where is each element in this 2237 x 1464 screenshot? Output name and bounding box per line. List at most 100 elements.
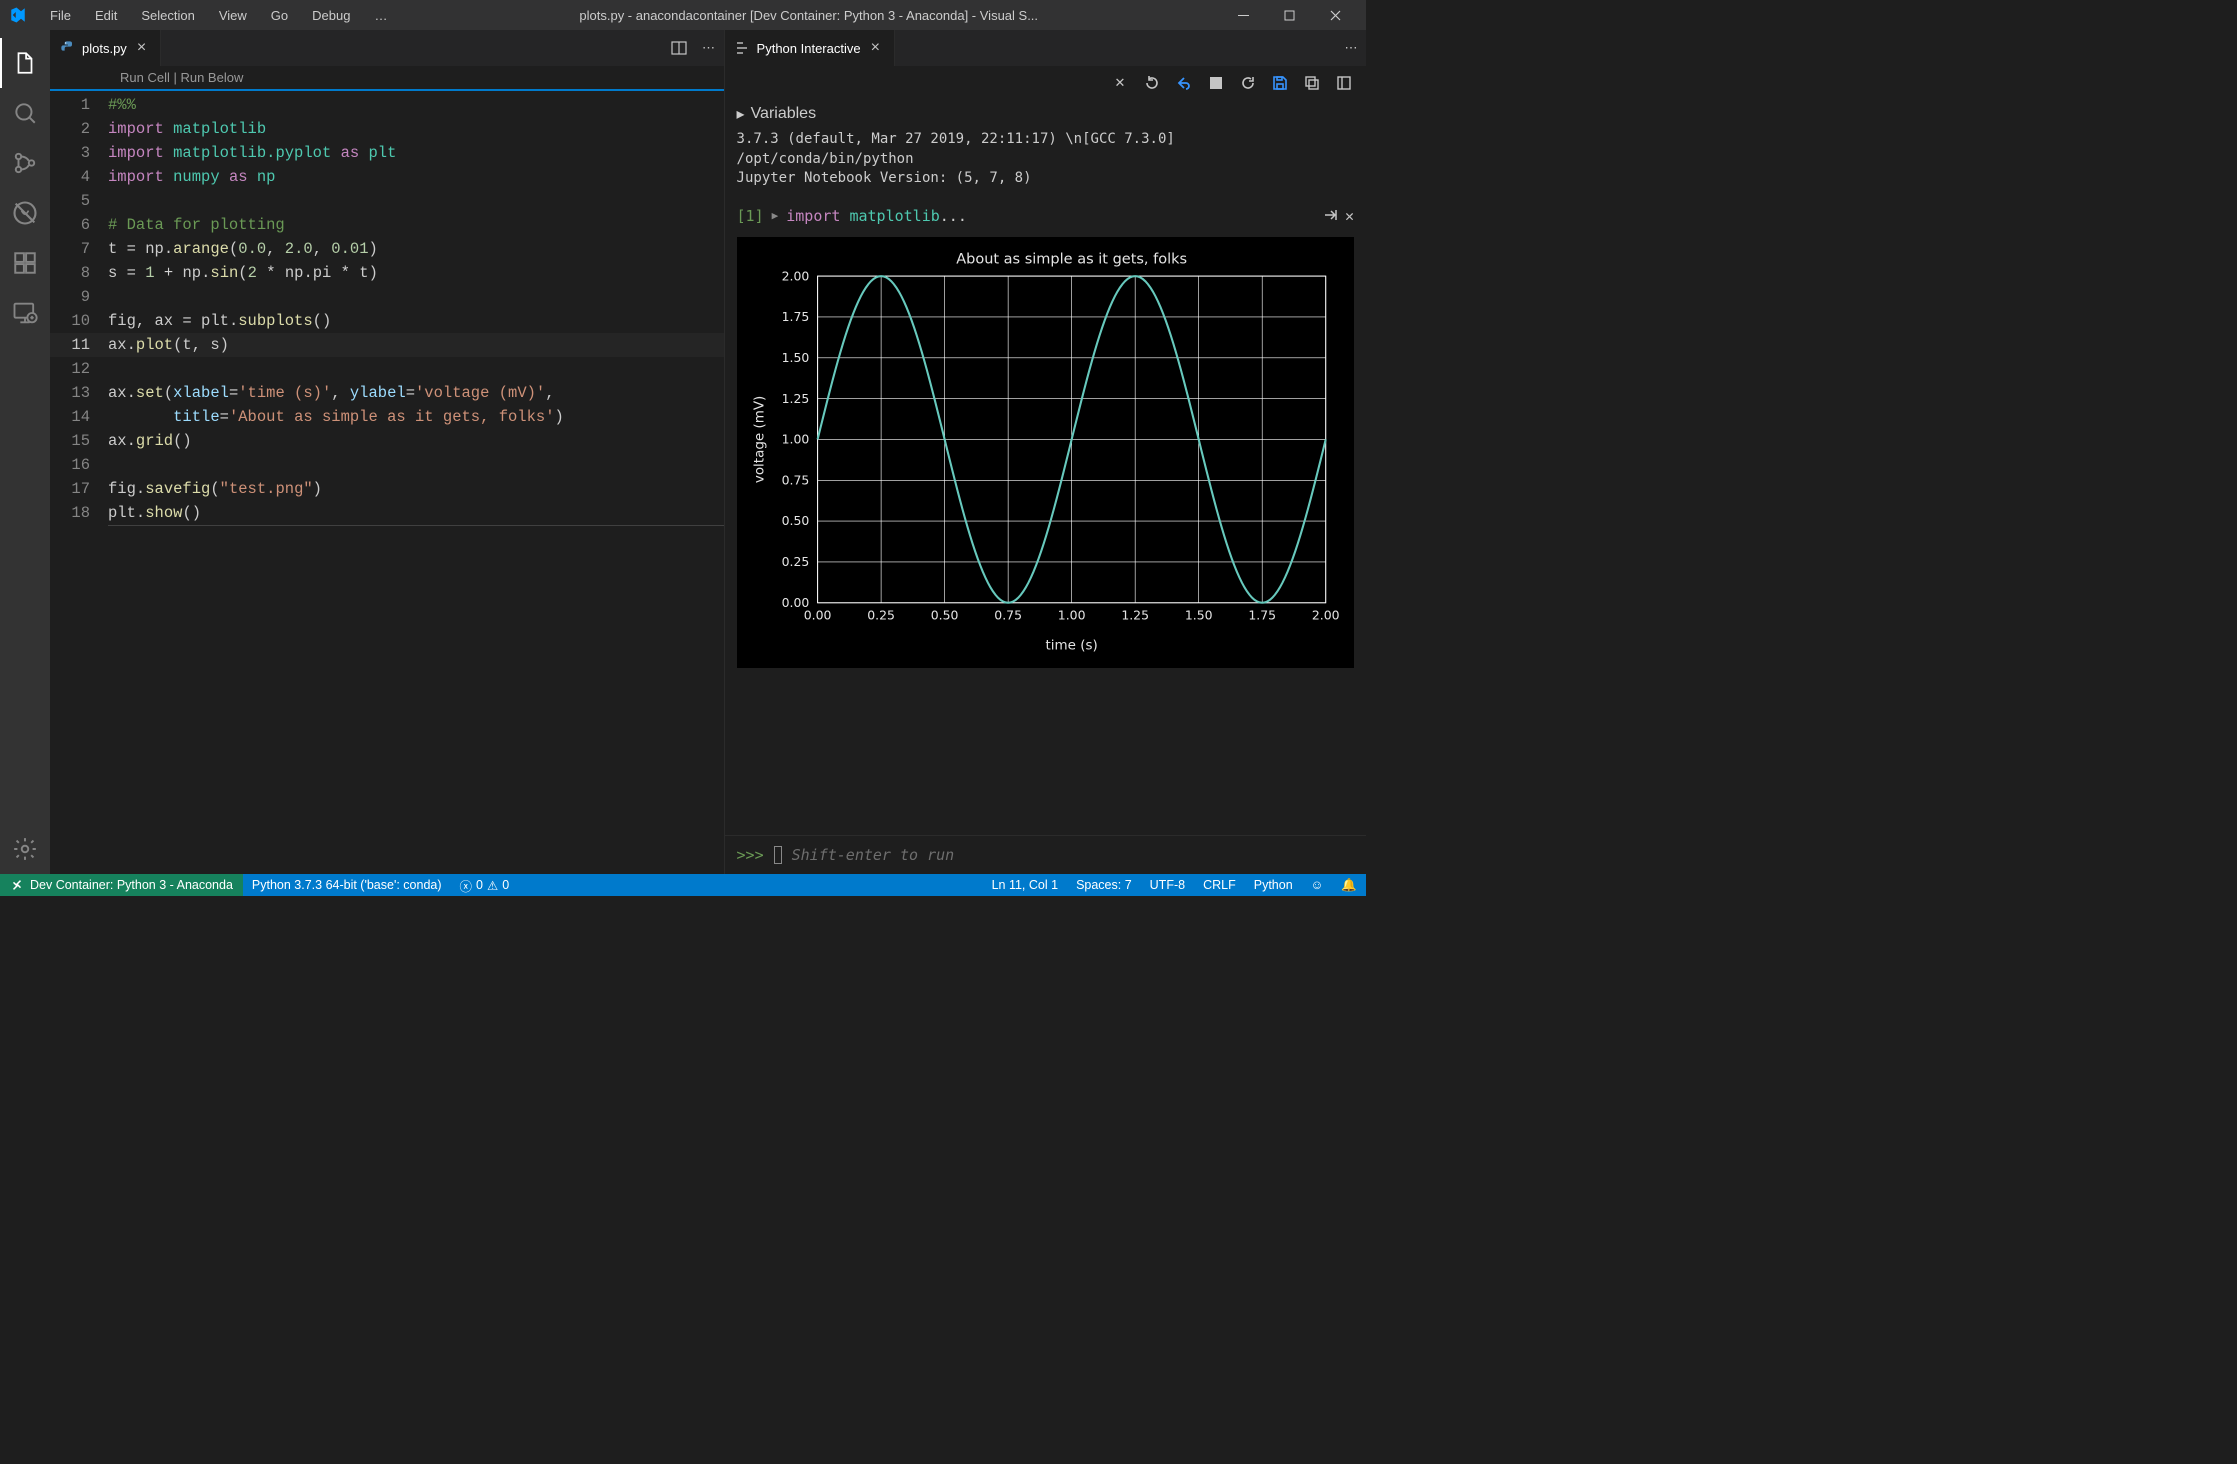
extensions-icon[interactable] xyxy=(0,238,50,288)
codelens-run-below[interactable]: Run Below xyxy=(180,70,243,85)
menu-go[interactable]: Go xyxy=(261,4,298,27)
code-line[interactable]: 6# Data for plotting xyxy=(50,213,724,237)
status-interpreter[interactable]: Python 3.7.3 64-bit ('base': conda) xyxy=(243,874,451,896)
menu-selection[interactable]: Selection xyxy=(131,4,204,27)
svg-text:1.75: 1.75 xyxy=(1248,607,1276,622)
refresh-icon[interactable] xyxy=(1236,71,1260,95)
code-line[interactable]: 18plt.show() xyxy=(50,501,724,525)
tabs-row-right: Python Interactive × ⋯ xyxy=(725,30,1366,66)
svg-text:1.75: 1.75 xyxy=(781,309,809,324)
undo-icon[interactable] xyxy=(1172,71,1196,95)
variables-header[interactable]: ▸ Variables xyxy=(725,100,1366,128)
kernel-info: 3.7.3 (default, Mar 27 2019, 22:11:17) \… xyxy=(725,128,1366,201)
code-line[interactable]: 5 xyxy=(50,189,724,213)
expand-icon[interactable] xyxy=(1332,71,1356,95)
repl-prompt: >>> xyxy=(737,846,764,864)
warning-icon: ⚠ xyxy=(487,878,498,893)
titlebar: FileEditSelectionViewGoDebug… plots.py -… xyxy=(0,0,1366,30)
code-line[interactable]: 17fig.savefig("test.png") xyxy=(50,477,724,501)
code-line[interactable]: 16 xyxy=(50,453,724,477)
svg-text:About as simple as it gets, fo: About as simple as it gets, folks xyxy=(956,251,1187,267)
search-icon[interactable] xyxy=(0,88,50,138)
tab-plots-py[interactable]: plots.py × xyxy=(50,30,161,66)
remote-icon xyxy=(10,878,24,892)
codelens-row: Run Cell | Run Below xyxy=(50,66,724,91)
code-line[interactable]: 9 xyxy=(50,285,724,309)
svg-text:0.75: 0.75 xyxy=(781,472,809,487)
status-problems[interactable]: ⓧ0 ⚠0 xyxy=(451,874,519,896)
chevron-right-icon: ▶ xyxy=(772,209,779,222)
codelens-run-cell[interactable]: Run Cell xyxy=(120,70,170,85)
status-indent[interactable]: Spaces: 7 xyxy=(1067,874,1141,896)
interactive-toolbar: ✕ xyxy=(725,66,1366,100)
tabs-row-left: plots.py × ⋯ xyxy=(50,30,724,66)
svg-text:2.00: 2.00 xyxy=(781,268,809,283)
code-line[interactable]: 2import matplotlib xyxy=(50,117,724,141)
more-actions-icon[interactable]: ⋯ xyxy=(1336,30,1366,66)
status-feedback-icon[interactable]: ☺ xyxy=(1302,874,1333,896)
plot-output: 0.000.250.500.751.001.251.501.752.000.00… xyxy=(737,237,1354,668)
code-line[interactable]: 13ax.set(xlabel='time (s)', ylabel='volt… xyxy=(50,381,724,405)
code-line[interactable]: 8s = 1 + np.sin(2 * np.pi * t) xyxy=(50,261,724,285)
cell-row[interactable]: [1] ▶ import matplotlib... ✕ xyxy=(725,201,1366,231)
status-remote[interactable]: Dev Container: Python 3 - Anaconda xyxy=(0,874,243,896)
svg-text:1.50: 1.50 xyxy=(1184,607,1212,622)
code-line[interactable]: 12 xyxy=(50,357,724,381)
menu-debug[interactable]: Debug xyxy=(302,4,360,27)
tab-close-icon[interactable]: × xyxy=(133,39,150,57)
status-encoding[interactable]: UTF-8 xyxy=(1141,874,1194,896)
status-bell-icon[interactable]: 🔔 xyxy=(1332,874,1366,896)
export-icon[interactable] xyxy=(1300,71,1324,95)
code-editor[interactable]: 1#%%2import matplotlib3import matplotlib… xyxy=(50,91,724,526)
tab-close-icon[interactable]: × xyxy=(867,39,884,57)
stop-icon[interactable] xyxy=(1204,71,1228,95)
svg-text:time (s): time (s) xyxy=(1045,637,1097,653)
code-line[interactable]: 15ax.grid() xyxy=(50,429,724,453)
debug-icon[interactable] xyxy=(0,188,50,238)
cell-close-icon[interactable]: ✕ xyxy=(1345,207,1354,225)
explorer-icon[interactable] xyxy=(0,38,50,88)
svg-text:1.00: 1.00 xyxy=(781,431,809,446)
remote-explorer-icon[interactable] xyxy=(0,288,50,338)
close-button[interactable] xyxy=(1312,0,1358,30)
repl-input-row[interactable]: >>> Shift-enter to run xyxy=(725,835,1366,874)
source-control-icon[interactable] xyxy=(0,138,50,188)
split-editor-icon[interactable] xyxy=(664,30,694,66)
restart-icon[interactable] xyxy=(1140,71,1164,95)
status-cursor[interactable]: Ln 11, Col 1 xyxy=(983,874,1067,896)
svg-text:1.25: 1.25 xyxy=(781,391,809,406)
statusbar: Dev Container: Python 3 - Anaconda Pytho… xyxy=(0,874,1366,896)
editor-left: plots.py × ⋯ Run Cell | Run Below 1#%%2i… xyxy=(50,30,725,874)
code-line[interactable]: 1#%% xyxy=(50,93,724,117)
goto-icon[interactable] xyxy=(1323,207,1339,225)
menu-file[interactable]: File xyxy=(40,4,81,27)
window-controls xyxy=(1220,0,1358,30)
interrupt-icon[interactable]: ✕ xyxy=(1108,71,1132,95)
maximize-button[interactable] xyxy=(1266,0,1312,30)
python-file-icon xyxy=(60,40,76,56)
code-line[interactable]: 4import numpy as np xyxy=(50,165,724,189)
code-line[interactable]: 11ax.plot(t, s) xyxy=(50,333,724,357)
code-line[interactable]: 7t = np.arange(0.0, 2.0, 0.01) xyxy=(50,237,724,261)
cell-code: import matplotlib... xyxy=(786,207,967,225)
more-actions-icon[interactable]: ⋯ xyxy=(694,30,724,66)
status-language[interactable]: Python xyxy=(1245,874,1302,896)
menu-…[interactable]: … xyxy=(364,4,397,27)
save-icon[interactable] xyxy=(1268,71,1292,95)
code-line[interactable]: 10fig, ax = plt.subplots() xyxy=(50,309,724,333)
svg-text:0.50: 0.50 xyxy=(930,607,958,622)
status-eol[interactable]: CRLF xyxy=(1194,874,1245,896)
menu-edit[interactable]: Edit xyxy=(85,4,127,27)
code-line[interactable]: 14 title='About as simple as it gets, fo… xyxy=(50,405,724,429)
tab-python-interactive[interactable]: Python Interactive × xyxy=(725,30,895,66)
svg-text:0.25: 0.25 xyxy=(781,554,809,569)
settings-gear-icon[interactable] xyxy=(0,824,50,874)
window-title: plots.py - anacondacontainer [Dev Contai… xyxy=(397,8,1220,23)
menu-view[interactable]: View xyxy=(209,4,257,27)
repl-placeholder: Shift-enter to run xyxy=(792,846,955,864)
code-line[interactable]: 3import matplotlib.pyplot as plt xyxy=(50,141,724,165)
repl-cursor xyxy=(774,846,782,864)
svg-text:0.75: 0.75 xyxy=(994,607,1022,622)
activity-bar xyxy=(0,30,50,874)
minimize-button[interactable] xyxy=(1220,0,1266,30)
